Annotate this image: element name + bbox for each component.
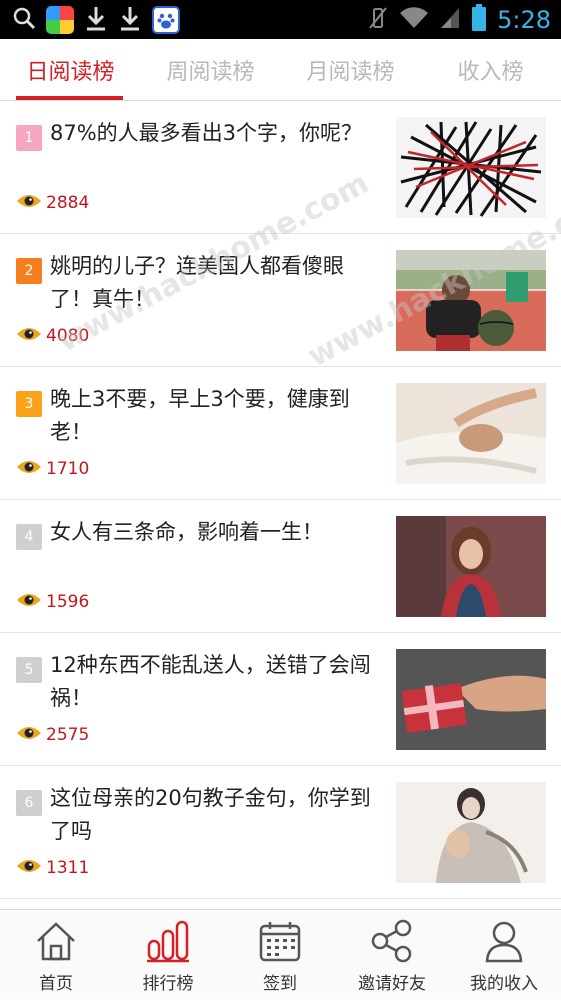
article-title[interactable]: 女人有三条命，影响着一生！	[50, 516, 385, 549]
view-count: 4080	[16, 322, 89, 350]
rank-badge: 5	[16, 657, 42, 683]
rank-badge: 4	[16, 524, 42, 550]
gift-box-image[interactable]	[396, 649, 546, 750]
nav-label: 首页	[39, 974, 73, 994]
tab-income[interactable]: 收入榜	[428, 39, 553, 101]
baidu-icon	[152, 5, 180, 34]
view-count: 1311	[16, 854, 89, 882]
article-title[interactable]: 这位母亲的20句教子金句，你学到了吗	[50, 782, 385, 848]
eye-icon	[16, 326, 42, 347]
woman-portrait-image[interactable]	[396, 516, 546, 617]
view-count-value: 1710	[46, 459, 90, 479]
signal-icon	[439, 6, 461, 34]
search-icon	[12, 6, 36, 34]
ranking-tabs: 日阅读榜 周阅读榜 月阅读榜 收入榜	[0, 39, 561, 101]
nav-label: 排行榜	[142, 974, 194, 994]
sleeping-woman-image[interactable]	[396, 383, 546, 484]
calendar-icon	[258, 919, 302, 963]
nav-my-income[interactable]: 我的收入	[448, 910, 560, 1000]
bottom-navigation: 首页 排行榜 签到 邀请好友 我的收入	[0, 909, 561, 999]
article-title[interactable]: 12种东西不能乱送人，送错了会闯祸！	[50, 649, 385, 715]
article-title[interactable]: 87%的人最多看出3个字，你呢？	[50, 117, 385, 150]
rank-badge: 1	[16, 125, 42, 151]
view-count-value: 1311	[46, 858, 90, 878]
list-item[interactable]: 6 这位母亲的20句教子金句，你学到了吗 1311	[0, 766, 561, 899]
rank-badge: 6	[16, 790, 42, 816]
boy-basketball-image[interactable]	[396, 250, 546, 351]
eye-icon	[16, 725, 42, 746]
vibrate-off-icon	[367, 6, 389, 34]
view-count-value: 2884	[46, 193, 90, 213]
article-title[interactable]: 晚上3不要，早上3个要，健康到老！	[50, 383, 385, 449]
nav-label: 邀请好友	[358, 974, 426, 994]
view-count: 1710	[16, 455, 89, 483]
nav-label: 签到	[263, 974, 297, 994]
download-icon	[84, 5, 108, 35]
tab-daily[interactable]: 日阅读榜	[8, 39, 133, 101]
tab-weekly[interactable]: 周阅读榜	[148, 39, 273, 101]
view-count-value: 2575	[46, 725, 90, 745]
clock: 5:28	[497, 5, 551, 34]
rank-badge: 2	[16, 258, 42, 284]
battery-icon	[471, 3, 487, 36]
eye-icon	[16, 858, 42, 879]
eye-icon	[16, 459, 42, 480]
view-count: 2884	[16, 189, 89, 217]
article-list: 1 87%的人最多看出3个字，你呢？ 2884 2 姚明的儿子？连美国人都看傻眼…	[0, 101, 561, 899]
home-icon	[34, 919, 78, 963]
view-count-value: 1596	[46, 592, 90, 612]
download-icon	[118, 5, 142, 35]
tab-monthly[interactable]: 月阅读榜	[288, 39, 413, 101]
article-title[interactable]: 姚明的儿子？连美国人都看傻眼了！真牛！	[50, 250, 385, 316]
view-count: 2575	[16, 721, 89, 749]
list-item[interactable]: 2 姚明的儿子？连美国人都看傻眼了！真牛！ 4080	[0, 234, 561, 367]
rank-badge: 3	[16, 391, 42, 417]
list-item[interactable]: 3 晚上3不要，早上3个要，健康到老！ 1710	[0, 367, 561, 500]
user-icon	[482, 919, 526, 963]
app-store-icon	[46, 5, 74, 34]
list-item[interactable]: 4 女人有三条命，影响着一生！ 1596	[0, 500, 561, 633]
nav-invite-friends[interactable]: 邀请好友	[336, 910, 448, 1000]
view-count: 1596	[16, 588, 89, 616]
tab-underline	[16, 96, 123, 100]
status-bar: 5:28	[0, 0, 561, 39]
eye-icon	[16, 592, 42, 613]
nav-checkin[interactable]: 签到	[224, 910, 336, 1000]
eye-icon	[16, 193, 42, 214]
nav-label: 我的收入	[470, 974, 538, 994]
bar-chart-icon	[146, 919, 190, 963]
abstract-lines-image[interactable]	[396, 117, 546, 218]
wifi-icon	[399, 6, 429, 34]
list-item[interactable]: 5 12种东西不能乱送人，送错了会闯祸！ 2575	[0, 633, 561, 766]
share-icon	[370, 919, 414, 963]
mother-child-painting-image[interactable]	[396, 782, 546, 883]
list-item[interactable]: 1 87%的人最多看出3个字，你呢？ 2884	[0, 101, 561, 234]
nav-home[interactable]: 首页	[0, 910, 112, 1000]
nav-ranking[interactable]: 排行榜	[112, 910, 224, 1000]
view-count-value: 4080	[46, 326, 90, 346]
